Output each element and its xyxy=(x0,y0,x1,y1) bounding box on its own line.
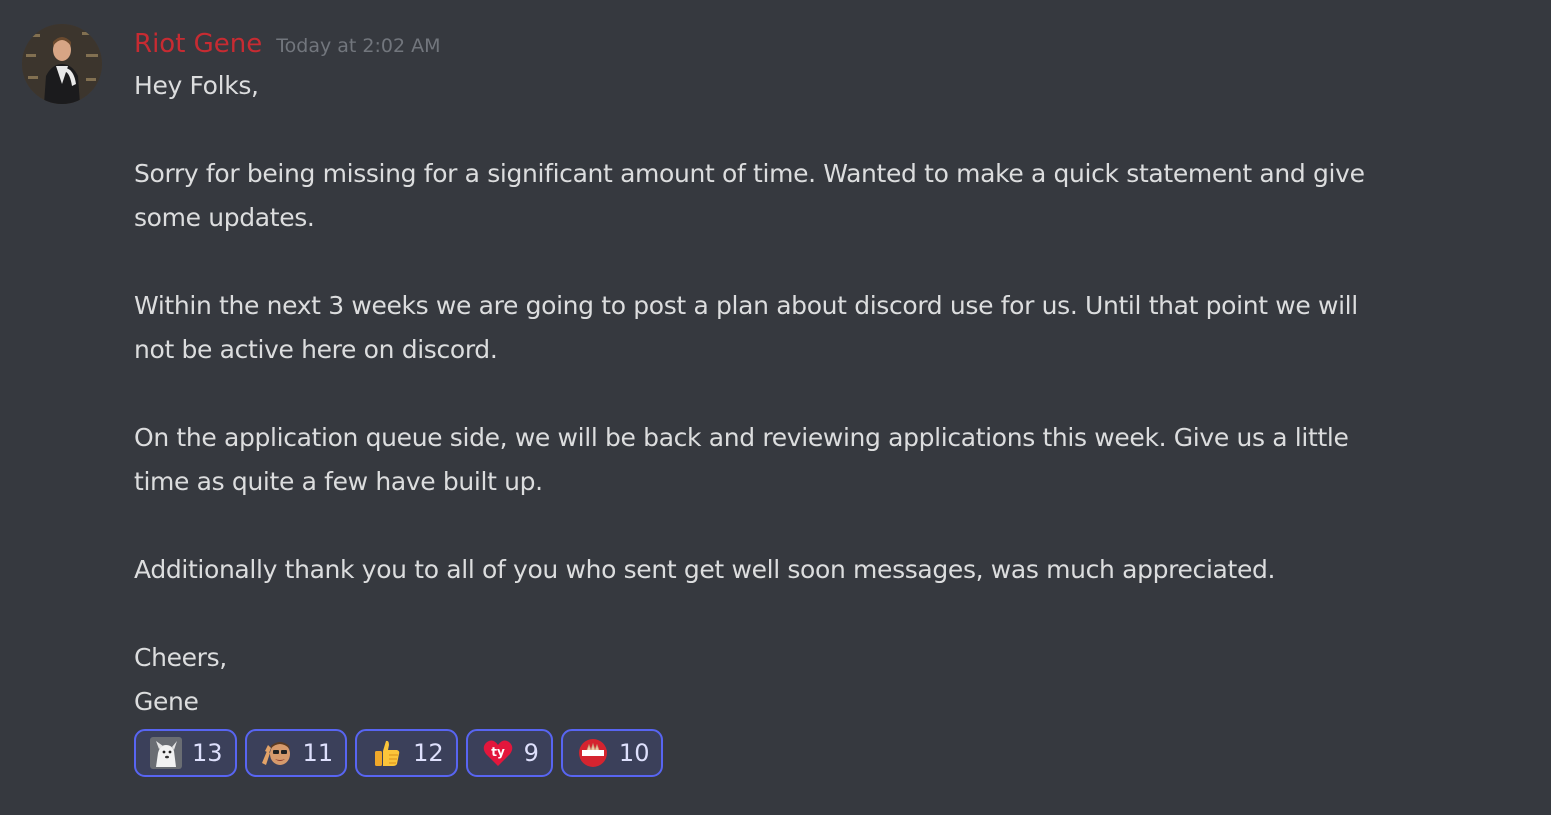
reaction-count: 11 xyxy=(302,739,334,767)
message-line: Gene xyxy=(134,687,199,716)
reaction-no-entry-hand[interactable]: 10 xyxy=(560,729,664,777)
chat-message: Riot Gene Today at 2:02 AM Hey Folks, So… xyxy=(0,0,1551,815)
reaction-ty-heart[interactable]: ty 9 xyxy=(465,729,553,777)
message-content: Riot Gene Today at 2:02 AM Hey Folks, So… xyxy=(134,24,1534,724)
message-line: not be active here on discord. xyxy=(134,335,498,364)
message-body: Hey Folks, Sorry for being missing for a… xyxy=(134,64,1534,724)
reaction-count: 9 xyxy=(523,739,539,767)
reaction-dog[interactable]: 13 xyxy=(134,729,237,777)
message-line: Within the next 3 weeks we are going to … xyxy=(134,291,1358,320)
face-wave-emoji-icon xyxy=(261,742,290,765)
svg-text:ty: ty xyxy=(491,745,505,759)
reactions-bar: 13 11 12 ty 9 10 xyxy=(134,729,664,777)
message-line: On the application queue side, we will b… xyxy=(134,423,1349,452)
ty-heart-emoji-icon: ty xyxy=(483,740,512,766)
user-avatar[interactable] xyxy=(22,24,102,104)
no-entry-hand-emoji-icon xyxy=(578,739,607,767)
message-line: Additionally thank you to all of you who… xyxy=(134,555,1276,584)
message-line: Hey Folks, xyxy=(134,71,259,100)
message-line: Cheers, xyxy=(134,643,227,672)
message-line: some updates. xyxy=(134,203,315,232)
reaction-thumbs-up[interactable]: 12 xyxy=(355,729,458,777)
message-timestamp[interactable]: Today at 2:02 AM xyxy=(276,26,440,66)
message-line: time as quite a few have built up. xyxy=(134,467,543,496)
reaction-count: 13 xyxy=(192,739,223,767)
reaction-face-wave[interactable]: 11 xyxy=(244,729,348,777)
author-name[interactable]: Riot Gene xyxy=(134,24,262,64)
thumbs-up-emoji-icon xyxy=(375,740,400,766)
reaction-count: 10 xyxy=(618,739,650,767)
dog-emoji-icon xyxy=(150,737,182,769)
avatar-image xyxy=(22,24,102,104)
message-line: Sorry for being missing for a significan… xyxy=(134,159,1365,188)
message-header: Riot Gene Today at 2:02 AM xyxy=(134,24,1534,64)
reaction-count: 12 xyxy=(413,739,444,767)
